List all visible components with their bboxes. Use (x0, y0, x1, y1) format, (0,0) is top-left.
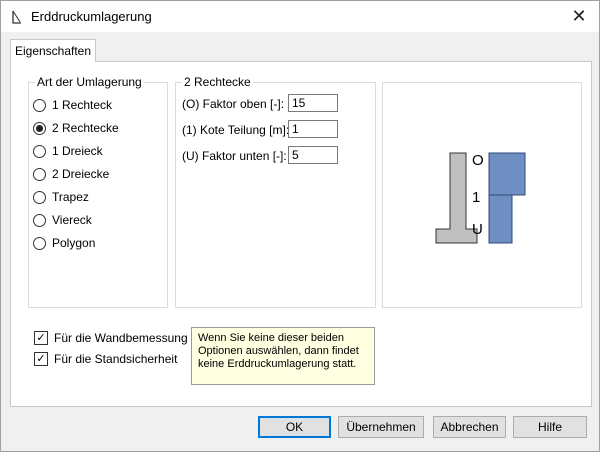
cancel-button[interactable]: Abbrechen (433, 416, 506, 438)
check-label: Für die Standsicherheit (54, 352, 178, 366)
radio-circle[interactable] (33, 236, 46, 250)
retaining-wall-shape (435, 152, 478, 244)
retaining-wall-icon (12, 10, 21, 24)
tab-label: Eigenschaften (14, 44, 92, 58)
field-kote-teilung: (1) Kote Teilung [m]: (182, 120, 352, 140)
preview-label-bottom: U (472, 221, 483, 238)
redistribution-group: Art der Umlagerung 1 Rechteck 2 Rechteck… (28, 75, 168, 308)
field-faktor-unten: (U) Faktor unten [-]: (182, 146, 352, 166)
checkbox-box[interactable]: ✓ (34, 331, 48, 345)
redistribution-group-label: Art der Umlagerung (35, 75, 144, 89)
radio-2-rechtecke[interactable]: 2 Rechtecke (33, 120, 119, 136)
radio-viereck[interactable]: Viereck (33, 212, 92, 228)
close-icon: ✕ (571, 5, 587, 26)
field-faktor-oben: (O) Faktor oben [-]: (182, 94, 352, 114)
preview-label-mid: 1 (472, 189, 480, 206)
radio-label: Polygon (52, 236, 96, 250)
parameters-group: 2 Rechtecke (O) Faktor oben [-]: (1) Kot… (175, 75, 376, 308)
preview-panel: O 1 U (382, 82, 582, 308)
radio-label: 2 Rechtecke (52, 121, 119, 135)
radio-circle[interactable] (33, 167, 46, 181)
radio-circle[interactable] (33, 190, 46, 204)
radio-polygon[interactable]: Polygon (33, 235, 95, 251)
check-standsicherheit[interactable]: ✓ Für die Standsicherheit (34, 351, 177, 367)
apply-button[interactable]: Übernehmen (338, 416, 424, 438)
hint-line: Optionen auswählen, dann findet (198, 345, 359, 357)
close-button[interactable]: ✕ (567, 5, 591, 27)
pressure-rect-bottom (488, 194, 513, 244)
window-title: Erddruckumlagerung (31, 9, 152, 24)
help-button[interactable]: Hilfe (513, 416, 587, 438)
pressure-diagram: O 1 U (435, 152, 526, 244)
dialog-window: Erddruckumlagerung ✕ Eigenschaften Art d… (0, 0, 600, 452)
tab-eigenschaften[interactable]: Eigenschaften (10, 39, 96, 62)
hint-line: keine Erddruckumlagerung statt. (198, 358, 357, 370)
preview-label-top: O (472, 152, 484, 169)
radio-circle[interactable] (33, 144, 46, 158)
radio-circle[interactable] (33, 213, 46, 227)
radio-label: Viereck (52, 213, 92, 227)
parameters-group-label: 2 Rechtecke (182, 75, 253, 89)
radio-2-dreiecke[interactable]: 2 Dreiecke (33, 166, 109, 182)
radio-1-dreieck[interactable]: 1 Dreieck (33, 143, 103, 159)
hint-line: Wenn Sie keine dieser beiden (198, 332, 344, 344)
ok-button[interactable]: OK (258, 416, 331, 438)
faktor-unten-input[interactable] (288, 146, 338, 164)
kote-teilung-input[interactable] (288, 120, 338, 138)
pressure-rect-top (488, 152, 526, 196)
faktor-unten-label: (U) Faktor unten [-]: (182, 149, 287, 163)
radio-label: Trapez (52, 190, 89, 204)
kote-teilung-label: (1) Kote Teilung [m]: (182, 123, 290, 137)
radio-label: 1 Dreieck (52, 144, 103, 158)
checkbox-box[interactable]: ✓ (34, 352, 48, 366)
title-bar[interactable]: Erddruckumlagerung ✕ (1, 1, 599, 32)
radio-label: 2 Dreiecke (52, 167, 110, 181)
faktor-oben-label: (O) Faktor oben [-]: (182, 97, 285, 111)
hint-tooltip: Wenn Sie keine dieser beiden Optionen au… (191, 327, 375, 385)
check-label: Für die Wandbemessung (54, 331, 188, 345)
checkmark-icon: ✓ (36, 353, 46, 365)
check-wandbemessung[interactable]: ✓ Für die Wandbemessung (34, 330, 188, 346)
radio-circle-selected[interactable] (33, 121, 46, 135)
tab-panel: Art der Umlagerung 1 Rechteck 2 Rechteck… (10, 61, 592, 407)
radio-trapez[interactable]: Trapez (33, 189, 89, 205)
radio-label: 1 Rechteck (52, 98, 113, 112)
radio-1-rechteck[interactable]: 1 Rechteck (33, 97, 112, 113)
faktor-oben-input[interactable] (288, 94, 338, 112)
radio-circle[interactable] (33, 98, 46, 112)
checkmark-icon: ✓ (36, 332, 46, 344)
